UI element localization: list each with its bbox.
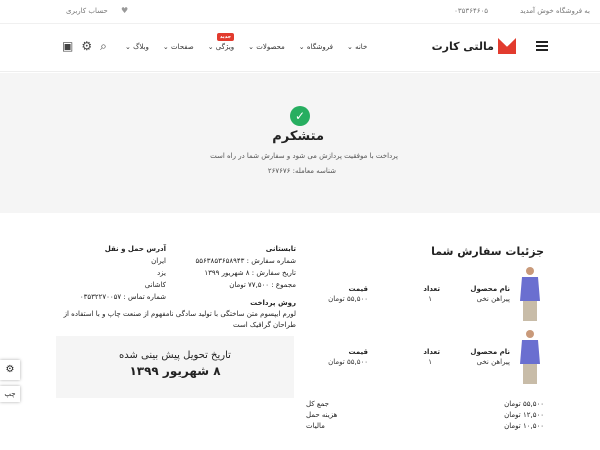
summary-row: ۱۰,۵۰۰ تومان مالیات <box>306 422 544 430</box>
address-title: آدرس حمل و نقل <box>104 245 166 253</box>
heart-icon[interactable]: ♥ <box>121 6 128 15</box>
product-image <box>520 267 540 321</box>
order-details-title: جزئیات سفارش شما <box>431 245 544 258</box>
main-header: مالتی کارت خانه ⌄ فروشگاه ⌄ محصولات ⌄ جد… <box>0 24 600 72</box>
qty-header: تعداد <box>423 348 440 356</box>
address-line: کاشانی <box>144 281 166 289</box>
rtl-toggle[interactable]: چپ <box>0 386 20 402</box>
product-qty: ۱ <box>428 358 432 366</box>
address-line: یزد <box>157 269 166 277</box>
info-title: تابستانی <box>265 245 296 253</box>
payment-method: روش پرداخت لورم ایپسوم متن ساختگی با تول… <box>56 298 296 331</box>
product-price: ۵۵,۵۰۰ تومان <box>328 295 368 303</box>
gear-icon[interactable]: ⚙ <box>81 39 92 54</box>
nav-item-home[interactable]: خانه ⌄ <box>347 43 367 51</box>
summary-row: ۵۵,۵۰۰ تومان جمع کل <box>306 400 544 408</box>
check-icon: ✓ <box>290 106 310 126</box>
settings-gear-icon[interactable]: ⚙ <box>0 360 20 380</box>
product-name-header: نام محصول <box>470 285 510 293</box>
product-name: پیراهن نخی <box>476 295 510 303</box>
account-link[interactable]: حساب کاربری <box>66 7 108 15</box>
top-bar: به فروشگاه خوش آمدید ۰۳۵۳۶۴۶۰۵ ♥ حساب کا… <box>0 0 600 24</box>
shipping-address: آدرس حمل و نقل ایران یزد کاشانی شماره تم… <box>56 243 166 303</box>
nav-item-products[interactable]: محصولات ⌄ <box>248 43 285 51</box>
logo-mark <box>498 38 516 54</box>
order-date: تاریخ سفارش : ۸ شهریور ۱۳۹۹ <box>204 269 296 277</box>
order-item: نام محصول پیراهن نخی تعداد ۱ قیمت ۵۵,۵۰۰… <box>306 265 544 323</box>
payment-message: پرداخت با موفقیت پردازش می شود و سفارش ش… <box>210 152 398 160</box>
phone-number: ۰۳۵۳۶۴۶۰۵ <box>454 7 488 15</box>
nav-item-pages[interactable]: صفحات ⌄ <box>163 43 194 51</box>
price-header: قیمت <box>348 285 368 293</box>
new-badge: جدید <box>216 33 235 41</box>
main-nav: خانه ⌄ فروشگاه ⌄ محصولات ⌄ جدید ویژگی ⌄ ص… <box>125 33 367 51</box>
menu-icon[interactable] <box>536 41 548 51</box>
qty-header: تعداد <box>423 285 440 293</box>
logo[interactable]: مالتی کارت <box>432 38 516 54</box>
nav-item-blog[interactable]: وبلاگ ⌄ <box>125 43 149 51</box>
product-price: ۵۵,۵۰۰ تومان <box>328 358 368 366</box>
order-summary: ۵۵,۵۰۰ تومان جمع کل ۱۲,۵۰۰ تومان هزینه حمل… <box>306 400 544 433</box>
delivery-label: تاریخ تحویل پیش بینی شده <box>119 350 231 361</box>
cart-icon[interactable]: ▣ <box>62 39 73 54</box>
welcome-text: به فروشگاه خوش آمدید <box>520 7 590 15</box>
search-icon[interactable]: ⌕ <box>100 39 107 54</box>
price-header: قیمت <box>348 348 368 356</box>
header-icons: ▣ ⚙ ⌕ <box>62 39 107 54</box>
thank-you-title: متشکرم <box>272 129 324 144</box>
delivery-box: تاریخ تحویل پیش بینی شده ۸ شهریور ۱۳۹۹ <box>56 336 294 398</box>
address-line: ایران <box>151 257 166 265</box>
transaction-id: شناسه معامله: ۲۶۷۶۷۶ <box>267 167 336 175</box>
thank-you-banner: ✓ متشکرم پرداخت با موفقیت پردازش می شود … <box>0 73 600 213</box>
product-image <box>520 330 540 384</box>
product-qty: ۱ <box>428 295 432 303</box>
product-name-header: نام محصول <box>470 348 510 356</box>
payment-title: روش پرداخت <box>250 299 296 307</box>
summary-row: ۱۲,۵۰۰ تومان هزینه حمل <box>306 411 544 419</box>
order-number: شماره سفارش : ۵۵۶۳۸۵۳۶۵۸۹۴۳ <box>195 257 296 265</box>
product-name: پیراهن نخی <box>476 358 510 366</box>
logo-text: مالتی کارت <box>431 39 494 53</box>
payment-text: لورم ایپسوم متن ساختگی با تولید سادگی نا… <box>63 310 296 329</box>
order-item: نام محصول پیراهن نخی تعداد ۱ قیمت ۵۵,۵۰۰… <box>306 328 544 386</box>
order-total: مجموع : ۷۷,۵۰۰ تومان <box>229 281 296 289</box>
order-info: تابستانی شماره سفارش : ۵۵۶۳۸۵۳۶۵۸۹۴۳ تار… <box>170 243 296 291</box>
nav-item-shop[interactable]: فروشگاه ⌄ <box>299 43 333 51</box>
delivery-date: ۸ شهریور ۱۳۹۹ <box>129 364 221 378</box>
nav-item-features[interactable]: جدید ویژگی ⌄ <box>208 33 235 51</box>
